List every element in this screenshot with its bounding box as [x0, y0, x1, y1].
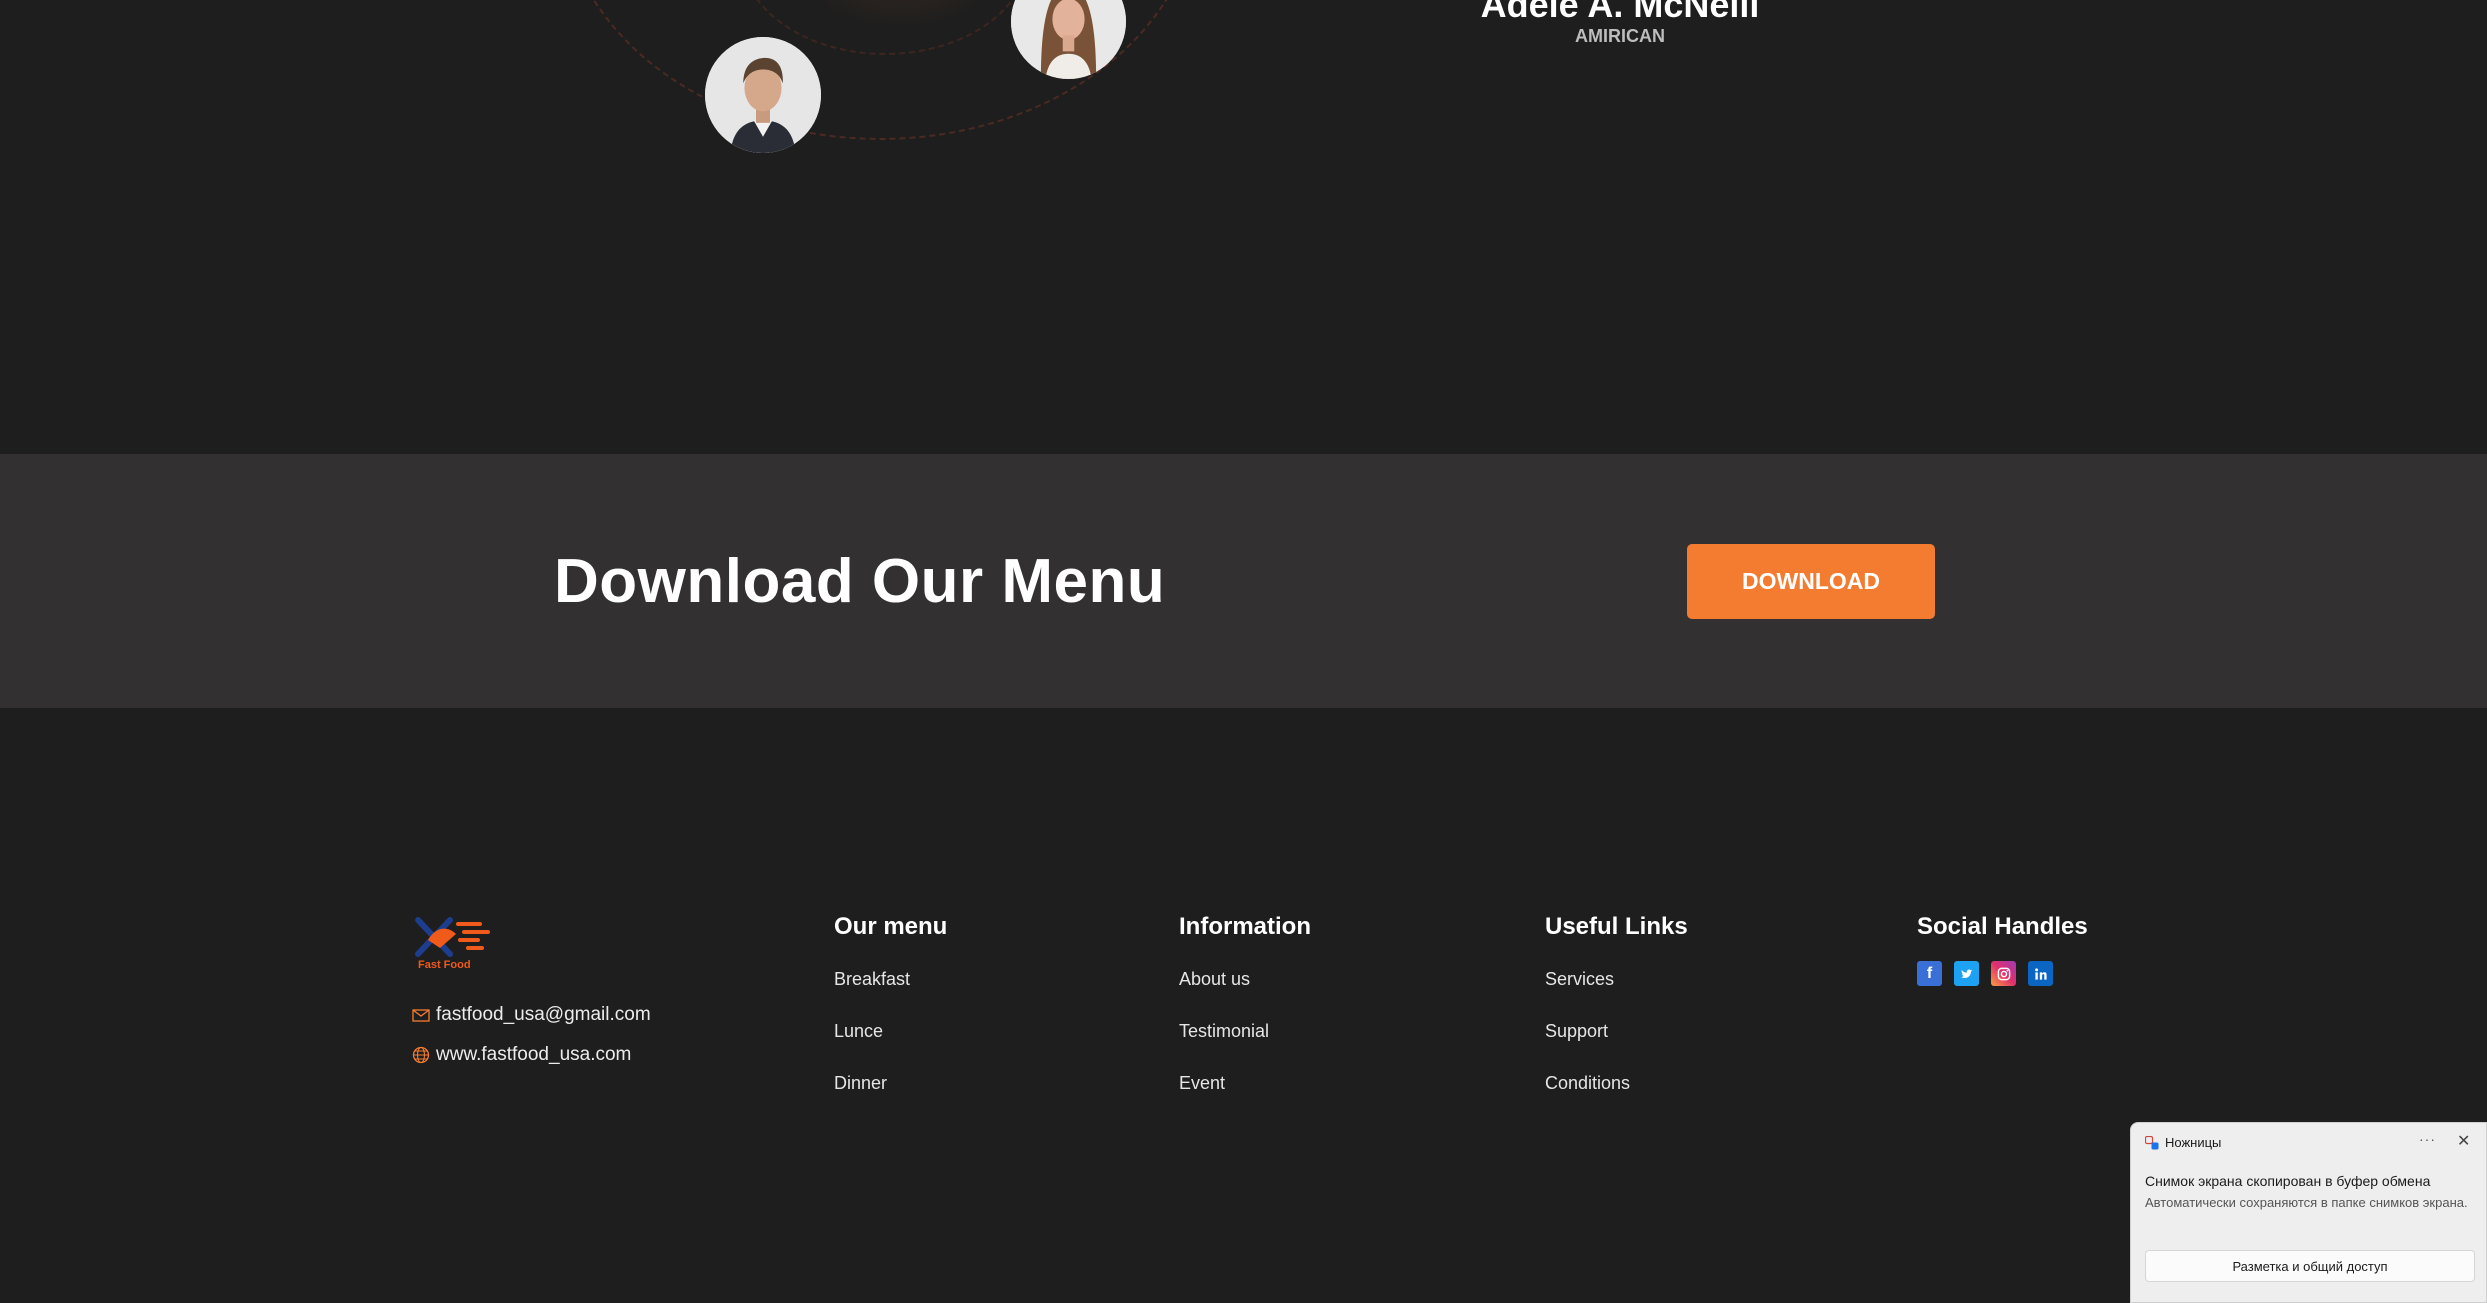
footer-link-about-us[interactable]: About us [1179, 969, 1311, 1021]
snipping-tool-notification[interactable]: Ножницы ··· ✕ Снимок экрана скопирован в… [2130, 1122, 2487, 1303]
reviewer-origin: AMIRICAN [1575, 26, 1665, 46]
globe-icon [412, 1046, 430, 1064]
footer-link-dinner[interactable]: Dinner [834, 1073, 947, 1125]
notification-header: Ножницы [2145, 1135, 2221, 1150]
footer-email-text: fastfood_usa@gmail.com [436, 1004, 651, 1025]
more-options-icon[interactable]: ··· [2419, 1131, 2436, 1147]
footer-link-testimonial[interactable]: Testimonial [1179, 1021, 1311, 1073]
footer-column-social-handles: Social Handles f [1917, 913, 2088, 986]
footer-heading-information: Information [1179, 913, 1311, 940]
footer-heading-social-handles: Social Handles [1917, 913, 2088, 940]
footer-website[interactable]: www.fastfood_usa.com [412, 1044, 631, 1066]
fast-food-logo[interactable]: Fast Food [410, 910, 500, 972]
social-icons-row: f [1917, 961, 2088, 986]
footer-link-support[interactable]: Support [1545, 1021, 1688, 1073]
footer-column-useful-links: Useful Links Services Support Conditions [1545, 913, 1688, 1125]
facebook-icon[interactable]: f [1917, 961, 1942, 986]
footer-heading-our-menu: Our menu [834, 913, 948, 940]
testimonial-section: Adele A. McNeill AMIRICAN [0, 0, 2487, 454]
footer-link-breakfast[interactable]: Breakfast [834, 969, 947, 1021]
notification-app-name: Ножницы [2165, 1135, 2222, 1150]
footer-column-our-menu: Our menu Breakfast Lunce Dinner [834, 913, 947, 1125]
reviewer-name: Adele A. McNeill [1480, 0, 1760, 25]
markup-and-share-button[interactable]: Разметка и общий доступ [2145, 1250, 2475, 1282]
footer-heading-useful-links: Useful Links [1545, 913, 1688, 940]
download-button[interactable]: DOWNLOAD [1687, 544, 1935, 619]
male-portrait-image [705, 37, 821, 153]
logo-icon: Fast Food [415, 917, 490, 971]
footer-link-lunce[interactable]: Lunce [834, 1021, 947, 1073]
download-menu-band: Download Our Menu DOWNLOAD [0, 454, 2487, 708]
download-menu-heading: Download Our Menu [554, 547, 1166, 616]
footer-link-conditions[interactable]: Conditions [1545, 1073, 1688, 1125]
notification-body: Автоматически сохраняются в папке снимко… [2145, 1195, 2468, 1210]
footer-website-text: www.fastfood_usa.com [436, 1044, 632, 1065]
close-icon[interactable]: ✕ [2457, 1131, 2470, 1151]
footer-link-event[interactable]: Event [1179, 1073, 1311, 1125]
footer-email[interactable]: fastfood_usa@gmail.com [412, 1004, 651, 1026]
instagram-icon[interactable] [1991, 961, 2016, 986]
site-footer: Fast Food fastfood_usa@gmail.com www.fas… [0, 708, 2487, 1303]
envelope-icon [412, 1009, 430, 1022]
footer-link-services[interactable]: Services [1545, 969, 1688, 1021]
linkedin-icon[interactable] [2028, 961, 2053, 986]
reviewer-avatar-male[interactable] [705, 37, 821, 153]
notification-title: Снимок экрана скопирован в буфер обмена [2145, 1173, 2431, 1189]
footer-column-information: Information About us Testimonial Event [1179, 913, 1311, 1125]
scissors-app-icon [2145, 1135, 2159, 1149]
twitter-icon[interactable] [1954, 961, 1979, 986]
logo-text: Fast Food [418, 959, 471, 971]
